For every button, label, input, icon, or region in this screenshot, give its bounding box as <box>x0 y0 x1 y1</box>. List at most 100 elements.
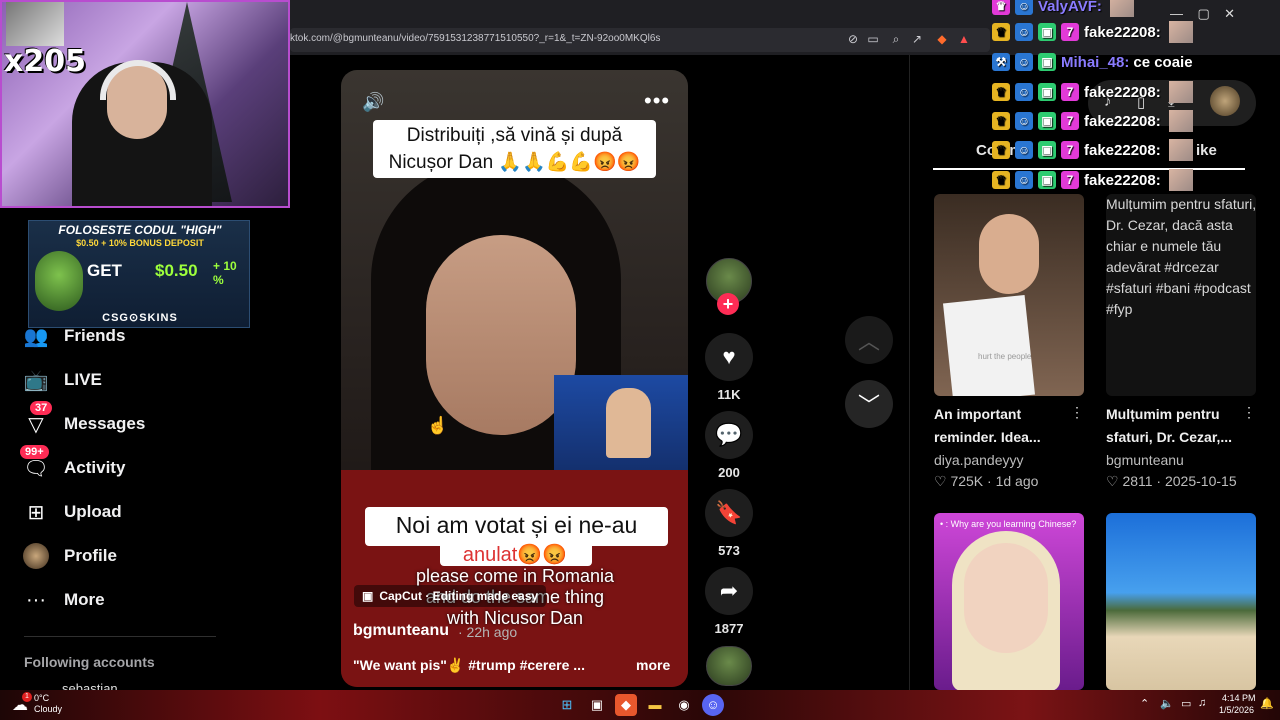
chat-username: fake22208: <box>1084 171 1161 189</box>
promo-amount: $0.50 <box>155 261 198 280</box>
more-options-icon[interactable]: ••• <box>644 88 670 114</box>
capcut-label: CapCut · Editing made easy <box>379 589 539 603</box>
emote-icon <box>1168 169 1193 191</box>
share-icon[interactable]: ↗ <box>910 32 924 46</box>
comment-button[interactable]: 💬 <box>705 411 753 459</box>
badge-icon: ☺ <box>1015 23 1033 41</box>
gift-icon: ▣ <box>1038 53 1056 71</box>
sidebar-item-label: Activity <box>64 458 126 477</box>
thumbnail-alt-text: Mulțumim pentru sfaturi, Dr. Cezar, dacă… <box>1106 196 1257 317</box>
previous-video-button[interactable]: ︿ <box>845 316 893 364</box>
sidebar-item-activity[interactable]: 🗨 99+ Activity <box>20 445 126 482</box>
crown-icon: ♛ <box>992 23 1010 41</box>
card-more-icon[interactable]: ⋮ <box>1242 404 1256 421</box>
sidebar-item-upload[interactable]: ⊞ Upload <box>22 498 122 526</box>
sidebar-item-live[interactable]: 📺 LIVE <box>22 366 102 394</box>
like-button[interactable]: ♥ <box>705 333 753 381</box>
sidebar-divider <box>24 636 216 637</box>
sidebar-item-label: More <box>64 590 105 609</box>
sidebar-item-more[interactable]: ··· More <box>22 586 105 614</box>
clock-date[interactable]: 1/5/2026 <box>1219 705 1254 715</box>
chat-username: fake22208: <box>1084 23 1161 41</box>
heart-icon: ♥ <box>722 344 736 369</box>
badge-icon: ♛ <box>992 0 1010 15</box>
save-button[interactable]: 🔖 <box>705 489 753 537</box>
file-explorer-icon[interactable]: ▬ <box>644 694 666 716</box>
promo-bonus: + 10 % <box>213 259 237 287</box>
capcut-tag[interactable]: ▣ CapCut · Editing made easy <box>354 585 547 607</box>
card-title[interactable]: Mulțumim pentru sfaturi, Dr. Cezar,... <box>1106 403 1236 449</box>
zoom-icon[interactable]: ⌕ <box>889 32 903 46</box>
promo-character <box>35 251 83 311</box>
chat-message: ♛ ☺ ▣ 7 fake22208: <box>992 109 1193 133</box>
video-thumbnail[interactable]: hurt the people <box>934 194 1084 396</box>
card-user[interactable]: bgmunteanu <box>1106 452 1184 468</box>
caption-mid-line-2: anulat😡😡 <box>462 544 568 566</box>
notification-icon[interactable]: 🔔 <box>1260 697 1274 710</box>
video-description: "We want pis"✌ #trump #cerere ... <box>353 657 585 673</box>
steam-icon[interactable]: ◉ <box>673 694 695 716</box>
thumb-paper <box>942 294 1036 396</box>
crown-icon: ♛ <box>992 171 1010 189</box>
brave-browser-icon[interactable]: ◆ <box>615 694 637 716</box>
promo-get: GET <box>87 261 122 280</box>
promo-banner: FOLOSESTE CODUL "HIGH" $0.50 + 10% BONUS… <box>28 220 250 328</box>
speaker-icon[interactable]: 🔈 <box>1160 697 1174 710</box>
badge-icon: ☺ <box>1015 112 1033 130</box>
description-more-link[interactable]: more <box>636 657 670 673</box>
chat-username: fake22208: <box>1084 141 1161 159</box>
bookmark-icon: 🔖 <box>715 500 743 525</box>
volume-tray-icon[interactable]: ♫ <box>1198 697 1206 709</box>
promo-subtitle: $0.50 + 10% BONUS DEPOSIT <box>76 238 204 248</box>
thumb-caption: hurt the people <box>978 352 1032 361</box>
messages-icon: ▽ 37 <box>22 401 53 438</box>
sound-disc[interactable] <box>706 646 752 686</box>
card-title[interactable]: An important reminder. Idea... <box>934 403 1064 449</box>
share-arrow-icon: ➦ <box>719 578 739 603</box>
badge-icon: 7 <box>1061 23 1079 41</box>
user-avatar[interactable] <box>1210 86 1240 116</box>
thumb-face <box>979 214 1039 294</box>
tab-you-may-like[interactable]: ike <box>1196 142 1217 159</box>
thumb-face <box>964 543 1048 653</box>
follow-plus-icon[interactable]: + <box>717 293 739 315</box>
mute-tab-icon[interactable]: ⊘ <box>846 32 860 46</box>
chat-message: ♛ ☺ ▣ 7 fake22208: <box>992 20 1193 44</box>
next-video-button[interactable]: ﹀ <box>845 380 893 428</box>
video-author[interactable]: bgmunteanu <box>353 622 449 640</box>
thumb-caption: • : Why are you learning Chinese? <box>940 519 1077 529</box>
chevron-down-icon: ﹀ <box>857 393 880 418</box>
network-icon[interactable]: ▭ <box>1181 697 1191 710</box>
clock-time[interactable]: 4:14 PM <box>1222 693 1256 703</box>
sidebar-item-profile[interactable]: Profile <box>22 542 117 570</box>
tray-chevron-icon[interactable]: ⌃ <box>1140 697 1149 710</box>
badge-icon: 7 <box>1061 141 1079 159</box>
task-view-icon[interactable]: ▣ <box>586 694 608 716</box>
sidebar-item-messages[interactable]: ▽ 37 Messages <box>22 401 145 438</box>
volume-icon[interactable]: 🔊 <box>362 92 384 113</box>
multiplier-counter: x205 <box>4 44 86 79</box>
share-count: 1877 <box>714 621 744 636</box>
caption-top-line-1: Distribuiți ,să vină și după <box>406 125 623 146</box>
url-text[interactable]: ktok.com/@bgmunteanu/video/7591531238771… <box>290 33 660 44</box>
discord-icon[interactable]: ☺ <box>702 694 724 716</box>
weather-temperature[interactable]: 0°C <box>34 693 49 703</box>
card-user[interactable]: diya.pandeyyy <box>934 452 1024 468</box>
screen-icon[interactable]: ▭ <box>866 32 880 46</box>
rewards-icon[interactable]: ▲ <box>957 32 971 46</box>
video-thumbnail[interactable] <box>934 513 1084 690</box>
card-more-icon[interactable]: ⋮ <box>1070 404 1084 421</box>
brave-shield-icon[interactable]: ◆ <box>935 32 949 46</box>
crown-icon: ♛ <box>992 141 1010 159</box>
emote-icon <box>1109 0 1134 17</box>
weather-description[interactable]: Cloudy <box>34 704 62 714</box>
save-count: 573 <box>718 543 740 558</box>
video-caption-top: Distribuiți ,să vină și după Nicușor Dan… <box>373 120 656 178</box>
video-thumbnail[interactable] <box>1106 513 1256 690</box>
chat-username: fake22208: <box>1084 112 1161 130</box>
badge-icon: ☺ <box>1015 0 1033 15</box>
badge-icon: 7 <box>1061 171 1079 189</box>
windows-start-icon[interactable]: ⊞ <box>556 694 578 716</box>
gift-icon: ▣ <box>1038 23 1056 41</box>
share-button[interactable]: ➦ <box>705 567 753 615</box>
